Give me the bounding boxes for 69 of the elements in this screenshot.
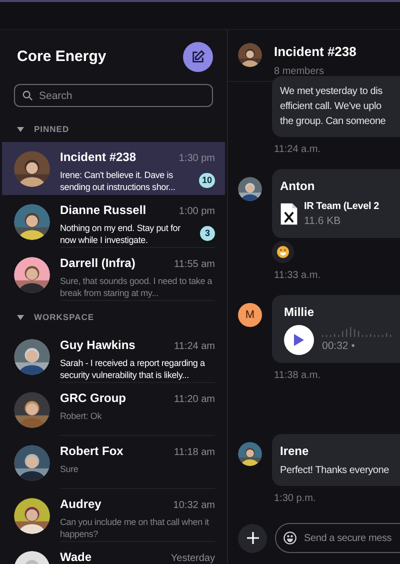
message-time: 11:33 a.m. [274, 268, 322, 283]
section-label: PINNED [34, 123, 70, 136]
chat-name: Guy Hawkins [60, 338, 136, 352]
message-preview: Sarah - I received a report regarding a security vulnerability that is likely... [60, 356, 206, 380]
file-size: 11.6 KB [304, 214, 342, 229]
chat-name: Dianne Russell [60, 202, 146, 218]
waveform-drawing [322, 324, 392, 337]
message-text: the group. Can someone [280, 115, 387, 129]
message-preview: Sure, that sounds good. I need to take a break from staring at my... [60, 274, 214, 299]
unread-count-badge: 10 [198, 173, 215, 188]
chat-list-item[interactable]: Dianne Russell 1:00 pm Nothing on my end. Stay put for now while I investigate. 3 [2, 194, 225, 248]
grin-emoji-icon [277, 246, 289, 258]
play-icon [294, 334, 304, 346]
message-preview: Nothing on my end. Stay put for now while I investigate. [60, 222, 182, 246]
caret-icon[interactable] [17, 314, 24, 320]
chat-time: 11:20 am [174, 392, 215, 406]
compose-icon [191, 50, 205, 64]
message-preview: Can you include me on that call when it happens? [60, 516, 210, 540]
chat-list-item[interactable]: Darrell (Infra) 11:55 am Sure, that sounds good. I need to take a break from staring at my... [2, 248, 225, 301]
chat-time: 11:18 am [174, 446, 215, 460]
message-field[interactable]: Send a secure mess [275, 523, 400, 553]
chat-list-item[interactable]: Robert Fox 11:18 am Sure [2, 436, 225, 488]
message-text: We met yesterday to dis [280, 85, 384, 99]
message-time: 11:38 a.m. [274, 368, 322, 383]
message-text: efficient call. We've uplo [280, 100, 382, 114]
chat-list-item[interactable]: GRC Group 11:20 am Robert: Ok [2, 382, 225, 436]
unread-count-badge: 3 [200, 226, 215, 242]
message-time: 11:24 a.m. [274, 143, 322, 157]
chat-name: Audrey [60, 496, 102, 512]
message-preview: Robert: Ok [60, 410, 102, 422]
chat-name: Wade [60, 550, 92, 564]
chat-time: Yesterday [170, 552, 215, 564]
chat-list-item[interactable]: Audrey 10:32 am Can you include me on that call when it happens? [2, 488, 225, 542]
chat-list-item[interactable]: Wade Yesterday [2, 542, 225, 564]
chat-name: Incident #238 [60, 150, 136, 165]
chat-list-item[interactable]: Guy Hawkins 11:24 am Sarah - I received a report regarding a security vulnerability that is likely... [2, 330, 225, 382]
message-preview: Sure [60, 462, 78, 474]
sender-name: Irene [280, 443, 310, 460]
search-icon [22, 90, 33, 101]
add-button[interactable] [238, 524, 267, 552]
sender-name: Millie [284, 304, 316, 321]
smiley-icon [283, 531, 297, 545]
chat-time: 1:00 pm [178, 204, 215, 219]
message-time: 1:30 p.m. [274, 492, 317, 506]
section-label: WORKSPACE [34, 310, 94, 324]
message-preview: Irene: Can't believe it. Dave is sending out instructions shor... [60, 168, 176, 193]
search-field[interactable]: Search [14, 84, 213, 107]
reaction-chip[interactable] [272, 240, 294, 263]
spreadsheet-file-icon [280, 202, 298, 226]
compose-button[interactable] [183, 42, 213, 72]
message-text: Perfect! Thanks everyone [280, 464, 390, 478]
play-button[interactable] [284, 324, 314, 355]
sender-name: Anton [280, 178, 316, 195]
member-count: 8 members [274, 64, 326, 78]
caret-icon[interactable] [17, 126, 24, 132]
workspace-title: Core Energy [17, 46, 106, 67]
chat-time: 10:32 am [173, 498, 215, 512]
audio-duration: 00:32 • [322, 338, 356, 354]
chat-list-item[interactable]: Incident #238 1:30 pm Irene: Can't believe it. Dave is sending out instructions shor... 10 [2, 142, 225, 195]
chat-name: GRC Group [60, 390, 126, 406]
chat-name: Darrell (Infra) [60, 256, 136, 271]
chat-title: Incident #238 [274, 43, 356, 61]
plus-icon [246, 532, 258, 544]
avatar-initial: M [238, 302, 262, 327]
chat-time: 11:55 am [174, 258, 215, 272]
chat-time: 11:24 am [174, 340, 215, 354]
chat-time: 1:30 pm [178, 152, 215, 166]
chat-name: Robert Fox [60, 444, 124, 458]
file-name: IR Team (Level 2 [304, 200, 379, 214]
